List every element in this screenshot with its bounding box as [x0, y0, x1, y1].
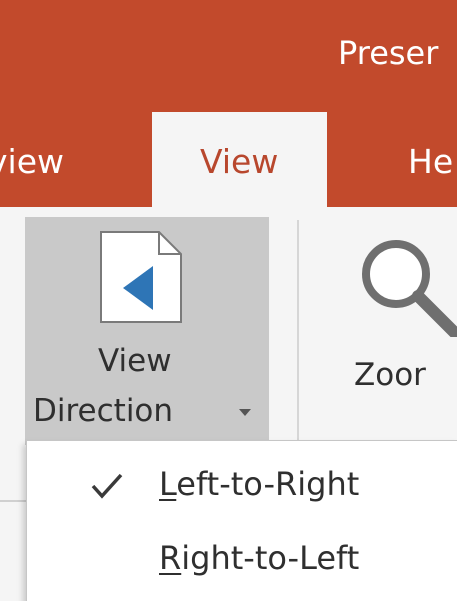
- view-direction-label-line1: View: [98, 343, 172, 379]
- menu-item-left-to-right-label: Left-to-Right: [159, 465, 360, 503]
- tab-help[interactable]: He: [408, 142, 453, 181]
- document-arrow-left-icon: [100, 231, 182, 323]
- tab-view[interactable]: View: [152, 112, 327, 208]
- tab-review[interactable]: view: [0, 142, 64, 181]
- tab-view-label: View: [200, 142, 279, 181]
- window-title: Preser: [338, 34, 439, 72]
- magnifier-icon[interactable]: [352, 232, 457, 337]
- group-separator: [297, 220, 299, 440]
- view-direction-menu: Left-to-Right Right-to-Left: [26, 440, 457, 601]
- menu-item-right-to-left[interactable]: Right-to-Left: [27, 525, 457, 593]
- zoom-button-label[interactable]: Zoor: [354, 357, 426, 393]
- app-window: Preser view View He View Direction Zoor …: [0, 0, 457, 601]
- menu-item-right-to-left-label: Right-to-Left: [159, 539, 360, 577]
- view-direction-label-line2: Direction: [33, 393, 174, 429]
- check-icon: [91, 473, 123, 499]
- chevron-down-icon: [239, 409, 251, 416]
- menu-item-left-to-right[interactable]: Left-to-Right: [27, 451, 457, 519]
